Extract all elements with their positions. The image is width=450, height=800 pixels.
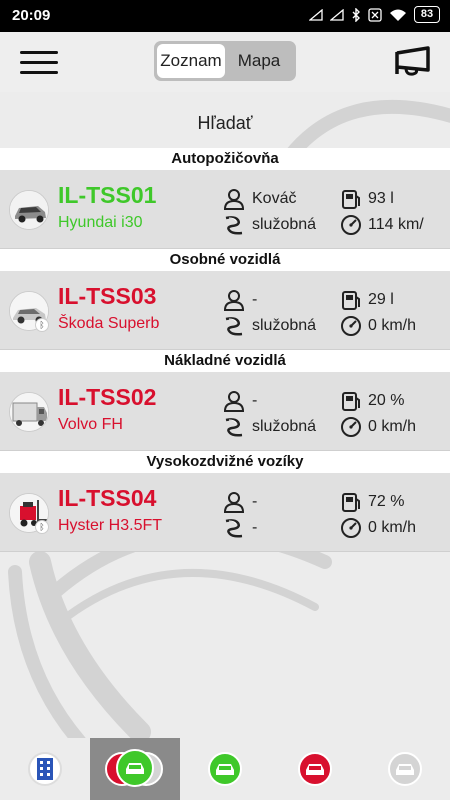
bluetooth-badge-icon: ᛒ: [35, 318, 49, 332]
trip-type: -: [252, 519, 258, 536]
driver-name: -: [252, 493, 258, 510]
speedometer-icon: [341, 215, 361, 235]
green-car-icon: [208, 752, 242, 786]
wifi-icon: [390, 9, 406, 21]
vehicle-row[interactable]: IL-TSS02 Volvo FH - služobná 20 % 0 km/h: [0, 372, 450, 451]
tab-offline-vehicles[interactable]: [360, 738, 450, 800]
vehicle-model: Volvo FH: [58, 416, 123, 433]
status-bar: 20:09 83: [0, 0, 450, 32]
tab-stopped-vehicles[interactable]: [270, 738, 360, 800]
speed: 114 km/: [368, 216, 424, 233]
vehicle-thumbnail: [9, 392, 49, 432]
trip-type: služobná: [252, 317, 317, 334]
driver-name: -: [252, 291, 258, 308]
tab-all-vehicles[interactable]: [90, 738, 180, 800]
status-time: 20:09: [12, 7, 51, 24]
road-icon: [225, 317, 243, 336]
all-vehicles-icon: [103, 749, 167, 789]
vehicle-plate: IL-TSS02: [58, 384, 157, 410]
tab-active-vehicles[interactable]: [180, 738, 270, 800]
view-toggle[interactable]: Zoznam Mapa: [154, 41, 296, 81]
fuel-icon: [342, 190, 360, 209]
category-header: Osobné vozidlá: [0, 249, 450, 271]
toggle-list[interactable]: Zoznam: [157, 44, 225, 78]
driver-name: Kováč: [252, 190, 297, 207]
app-header: Zoznam Mapa: [0, 32, 450, 92]
speedometer-icon: [341, 518, 361, 538]
vehicle-row[interactable]: ᛒ IL-TSS04 Hyster H3.5FT - - 72 % 0 km/h: [0, 473, 450, 552]
vehicle-plate: IL-TSS03: [58, 283, 157, 309]
vehicle-row[interactable]: IL-TSS01 Hyundai i30 Kováč služobná 93 l…: [0, 170, 450, 249]
announcement-icon[interactable]: [394, 44, 432, 78]
category-header: Nákladné vozidlá: [0, 350, 450, 372]
red-car-icon: [298, 752, 332, 786]
battery-icon: 83: [414, 6, 440, 23]
vehicle-thumbnail: [9, 190, 49, 230]
search-field[interactable]: Hľadať: [0, 100, 450, 146]
fuel-level: 93 l: [368, 190, 394, 207]
signal-icon: [330, 8, 344, 21]
vehicle-model: Hyster H3.5FT: [58, 517, 163, 534]
vehicle-row[interactable]: ᛒ IL-TSS03 Škoda Superb - služobná 29 l …: [0, 271, 450, 350]
speedometer-icon: [341, 417, 361, 437]
vehicle-plate: IL-TSS01: [58, 182, 157, 208]
fuel-icon: [342, 291, 360, 310]
sim-card-icon: [368, 7, 382, 22]
bottom-navigation: [0, 738, 450, 800]
vehicle-model: Škoda Superb: [58, 315, 160, 332]
fuel-level: 72 %: [368, 493, 405, 510]
speed: 0 km/h: [368, 317, 417, 334]
fuel-icon: [342, 493, 360, 512]
signal-icon: [309, 8, 323, 21]
truck-icon: [10, 393, 48, 431]
driver-icon: [223, 391, 245, 412]
trip-type: služobná: [252, 418, 317, 435]
speed: 0 km/h: [368, 418, 417, 435]
road-icon: [225, 216, 243, 235]
category-header: Autopožičovňa: [0, 148, 450, 170]
driver-icon: [223, 290, 245, 311]
tab-company[interactable]: [0, 738, 90, 800]
vehicle-plate: IL-TSS04: [58, 485, 157, 511]
driver-name: -: [252, 392, 258, 409]
menu-button[interactable]: [20, 49, 60, 77]
building-icon: [28, 752, 62, 786]
fuel-level: 20 %: [368, 392, 405, 409]
status-icons: 83: [309, 6, 440, 23]
bluetooth-icon: [352, 7, 360, 22]
suv-icon: [10, 191, 48, 229]
toggle-map[interactable]: Mapa: [225, 44, 293, 78]
speedometer-icon: [341, 316, 361, 336]
driver-icon: [223, 492, 245, 513]
vehicle-list: Autopožičovňa IL-TSS01 Hyundai i30 Kováč…: [0, 148, 450, 552]
grey-car-icon: [388, 752, 422, 786]
bluetooth-badge-icon: ᛒ: [35, 520, 49, 534]
road-icon: [225, 418, 243, 437]
vehicle-model: Hyundai i30: [58, 214, 143, 231]
speed: 0 km/h: [368, 519, 417, 536]
driver-icon: [223, 189, 245, 210]
road-icon: [225, 519, 243, 538]
category-header: Vysokozdvižné vozíky: [0, 451, 450, 473]
fuel-level: 29 l: [368, 291, 394, 308]
fuel-icon: [342, 392, 360, 411]
trip-type: služobná: [252, 216, 317, 233]
